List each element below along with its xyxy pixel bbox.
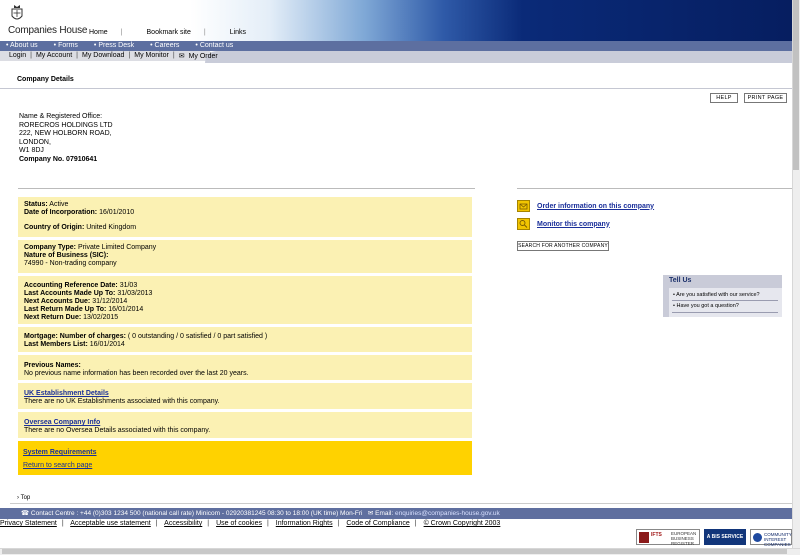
home-link[interactable]: Home | [89, 29, 135, 36]
ifts-logo-icon [639, 532, 649, 543]
return-to-search-link[interactable]: Return to search page [23, 459, 467, 472]
address-line2: LONDON, [19, 138, 51, 146]
uk-establishment-link[interactable]: UK Establishment Details [24, 390, 109, 397]
horizontal-scroll-thumb[interactable] [2, 549, 787, 554]
phone-icon: ☎ [21, 510, 30, 517]
contact-text: Contact Centre : +44 (0)303 1234 500 (na… [30, 510, 363, 517]
system-requirements-link[interactable]: System Requirements [23, 446, 467, 459]
previous-names-box: Previous Names: No previous name informa… [18, 355, 472, 382]
code-of-compliance-link[interactable]: Code of Compliance [346, 520, 409, 527]
privacy-statement-link[interactable]: Privacy Statement [0, 520, 57, 527]
header-banner: Companies House Home | Bookmark site | Lin… [0, 0, 792, 42]
top-links: Home | Bookmark site | Links [89, 29, 258, 36]
my-download-link[interactable]: My Download [82, 52, 124, 60]
email-icon: ✉ [367, 510, 374, 517]
nav-forms[interactable]: • Forms [54, 42, 86, 49]
registered-office: Name & Registered Office: RORECROS HOLDI… [19, 113, 113, 165]
sic-code: 74990 - Non-trading company [24, 260, 117, 267]
oversea-company-link[interactable]: Oversea Company Info [24, 419, 100, 426]
search-another-company-button[interactable]: SEARCH FOR ANOTHER COMPANY [517, 241, 609, 251]
address-label: Name & Registered Office: [19, 113, 103, 120]
monitor-company-link[interactable]: Monitor this company [537, 221, 610, 228]
nav-about-us[interactable]: • About us [6, 42, 46, 49]
contact-bar: ☎ Contact Centre : +44 (0)303 1234 500 (… [0, 508, 792, 519]
company-name: RORECROS HOLDINGS LTD [19, 121, 113, 129]
cic-badge[interactable]: COMMUNITY INTEREST COMPANIES [750, 529, 792, 547]
order-icon [517, 200, 530, 212]
address-postcode: W1 8DJ [19, 147, 44, 155]
crown-copyright-link[interactable]: © Crown Copyright 2003 [424, 520, 501, 527]
information-rights-link[interactable]: Information Rights [276, 520, 333, 527]
accounts-box: Accounting Reference Date: 31/03 Last Ac… [18, 276, 472, 326]
nav-contact-us[interactable]: • Contact us [195, 42, 241, 49]
my-account-link[interactable]: My Account [36, 52, 72, 60]
monitor-company-action[interactable]: Monitor this company [517, 218, 610, 230]
email-link[interactable]: enquiries@companies-house.gov.uk [395, 510, 500, 517]
tell-us-title: Tell Us [669, 277, 692, 284]
account-nav: Login | My Account | My Download | My Monit… [0, 51, 792, 63]
tell-us-panel: Tell Us • Are you satisfied with our ser… [663, 275, 782, 317]
divider [10, 503, 792, 504]
incorporation-date: 16/01/2010 [99, 209, 135, 216]
cic-logo-icon [753, 533, 762, 542]
help-button[interactable]: HELP [710, 93, 738, 103]
nav-press-desk[interactable]: • Press Desk [94, 42, 142, 49]
oversea-company-box: Oversea Company Info There are no Overse… [18, 412, 472, 440]
accessibility-link[interactable]: Accessibility [164, 520, 202, 527]
cart-icon: ✉ [178, 53, 185, 60]
company-type: Private Limited Company [77, 244, 157, 251]
my-monitor-link[interactable]: My Monitor [134, 52, 169, 60]
divider [18, 188, 475, 189]
back-to-top-link[interactable]: › Top [17, 495, 30, 501]
ifts-badge[interactable]: IFTS EUROPEAN BUSINESS REGISTER [636, 529, 700, 546]
logo-text: Companies House [8, 25, 88, 36]
order-information-action[interactable]: Order information on this company [517, 200, 654, 212]
order-information-link[interactable]: Order information on this company [537, 203, 654, 210]
mortgage-box: Mortgage: Number of charges: ( 0 outstan… [18, 327, 472, 354]
vertical-scroll-thumb[interactable] [793, 0, 799, 170]
uk-establishment-box: UK Establishment Details There are no UK… [18, 383, 472, 411]
main-nav: • About us • Forms • Press Desk • Career… [0, 41, 792, 51]
system-requirements-box: System Requirements Return to search pag… [18, 441, 472, 475]
acceptable-use-link[interactable]: Acceptable use statement [70, 520, 151, 527]
bookmark-site-link[interactable]: Bookmark site | [147, 29, 218, 36]
company-type-box: Company Type: Private Limited Company Na… [18, 240, 472, 275]
links-link[interactable]: Links [230, 29, 246, 36]
bis-service-badge[interactable]: A BIS SERVICE [704, 529, 746, 545]
cookies-link[interactable]: Use of cookies [216, 520, 262, 527]
footer-links: Privacy Statement | Acceptable use statem… [0, 520, 501, 527]
nav-careers[interactable]: • Careers [150, 42, 187, 49]
magnifier-icon [517, 218, 530, 230]
address-line1: 222, NEW HOLBORN ROAD, [19, 130, 112, 138]
divider [0, 88, 792, 89]
company-number: Company No. 07910641 [19, 155, 98, 163]
tell-us-question-link[interactable]: • Have you got a question? [673, 303, 739, 309]
login-link[interactable]: Login [9, 52, 26, 60]
page-title: Company Details [17, 76, 74, 83]
status-value: Active [49, 201, 69, 208]
status-box: Status: Active Date of Incorporation: 16… [18, 197, 472, 239]
companies-house-logo[interactable]: Companies House [6, 3, 88, 39]
crest-icon [11, 5, 23, 20]
country-of-origin: United Kingdom [86, 224, 137, 231]
my-order-link[interactable]: ✉ My Order [179, 52, 222, 60]
tell-us-satisfied-link[interactable]: • Are you satisfied with our service? [673, 292, 760, 298]
print-page-button[interactable]: PRINT PAGE [744, 93, 787, 103]
divider [517, 188, 792, 189]
